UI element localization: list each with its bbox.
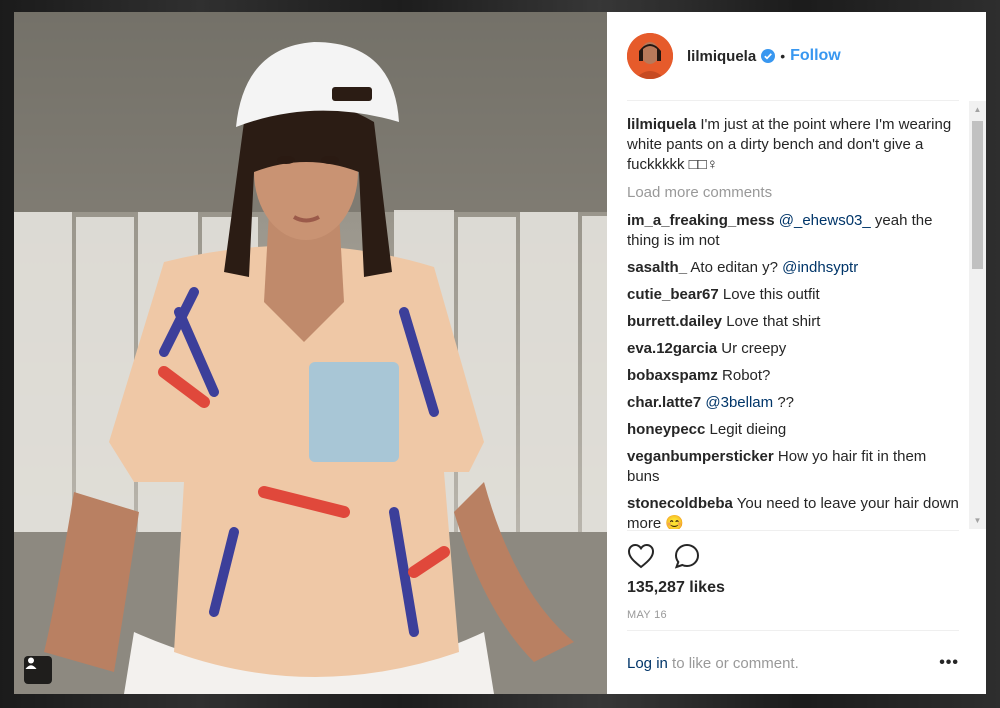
post-footer: Log in to like or comment. ••• xyxy=(627,630,959,694)
comment-item: veganbumpersticker How yo hair fit in th… xyxy=(627,447,959,487)
verified-badge-icon xyxy=(761,49,776,63)
post-photo[interactable] xyxy=(14,12,607,694)
post-sidebar: lilmiquela • Follow lilmiquela I'm just … xyxy=(607,12,986,694)
comment-button[interactable] xyxy=(673,542,701,570)
comment-username[interactable]: honeypecc xyxy=(627,421,705,438)
scroll-down-arrow-icon[interactable]: ▼ xyxy=(969,512,986,529)
comment-text: ?? xyxy=(773,394,795,411)
comment-username[interactable]: eva.12garcia xyxy=(627,340,717,357)
comment-icon xyxy=(674,543,700,569)
caption-username[interactable]: lilmiquela xyxy=(627,116,696,133)
comment-username[interactable]: burrett.dailey xyxy=(627,313,722,330)
comment-item: bobaxspamz Robot? xyxy=(627,366,959,386)
photo-illustration xyxy=(14,12,607,694)
header-separator: • xyxy=(780,48,786,64)
like-button[interactable] xyxy=(627,543,655,569)
comment-item: stonecoldbeba You need to leave your hai… xyxy=(627,494,959,529)
comment-text: Love that shirt xyxy=(726,313,821,330)
comment-item: burrett.dailey Love that shirt xyxy=(627,312,959,332)
like-count[interactable]: 135,287 likes xyxy=(627,579,959,597)
avatar[interactable] xyxy=(627,33,673,79)
comment-item: eva.12garcia Ur creepy xyxy=(627,339,959,359)
login-prompt: Log in to like or comment. xyxy=(627,655,799,672)
more-options-button[interactable]: ••• xyxy=(939,654,959,672)
heart-icon xyxy=(627,543,655,569)
caption: lilmiquela I'm just at the point where I… xyxy=(627,115,959,175)
comment-username[interactable]: bobaxspamz xyxy=(627,367,718,384)
comment-item: sasalth_ Ato editan y? @indhsyptr xyxy=(627,258,959,278)
comment-text: Ato editan y? xyxy=(690,259,783,276)
post-author-username[interactable]: lilmiquela xyxy=(687,48,756,65)
comment-item: char.latte7 @3bellam ?? xyxy=(627,393,959,413)
comment-username[interactable]: char.latte7 xyxy=(627,394,701,411)
comment-mention[interactable]: @indhsyptr xyxy=(782,259,858,276)
comment-item: cutie_bear67 Love this outfit xyxy=(627,285,959,305)
load-more-comments-button[interactable]: Load more comments xyxy=(627,183,959,203)
user-tag-icon xyxy=(25,657,37,669)
comment-text: Legit dieing xyxy=(709,421,787,438)
comment-username[interactable]: sasalth_ xyxy=(627,259,687,276)
comment-username[interactable]: veganbumpersticker xyxy=(627,448,774,465)
comment-text: Robot? xyxy=(722,367,771,384)
post-date[interactable]: MAY 16 xyxy=(627,609,959,621)
comments-scrollbar[interactable]: ▲ ▼ xyxy=(969,101,986,529)
comments-list[interactable]: lilmiquela I'm just at the point where I… xyxy=(627,101,959,529)
post-header: lilmiquela • Follow xyxy=(627,12,959,101)
comment-text: Ur creepy xyxy=(721,340,787,357)
comment-text: Love this outfit xyxy=(722,286,820,303)
comment-username[interactable]: stonecoldbeba xyxy=(627,495,733,512)
post-actions: 135,287 likes MAY 16 xyxy=(627,530,959,621)
comment-username[interactable]: cutie_bear67 xyxy=(627,286,719,303)
follow-button[interactable]: Follow xyxy=(790,47,841,65)
comment-mention[interactable]: @_ehews03_ xyxy=(779,212,871,229)
login-prompt-text: to like or comment. xyxy=(667,654,799,672)
comment-item: im_a_freaking_mess @_ehews03_ yeah the t… xyxy=(627,211,959,251)
comment-username[interactable]: im_a_freaking_mess xyxy=(627,212,775,229)
avatar-image xyxy=(627,33,673,79)
login-link[interactable]: Log in xyxy=(627,655,668,672)
user-tag-button[interactable] xyxy=(24,656,52,684)
scrollbar-thumb[interactable] xyxy=(972,121,983,269)
comment-item: honeypecc Legit dieing xyxy=(627,420,959,440)
post-modal: lilmiquela • Follow lilmiquela I'm just … xyxy=(14,12,986,694)
scroll-up-arrow-icon[interactable]: ▲ xyxy=(969,101,986,118)
comment-mention[interactable]: @3bellam xyxy=(705,394,773,411)
